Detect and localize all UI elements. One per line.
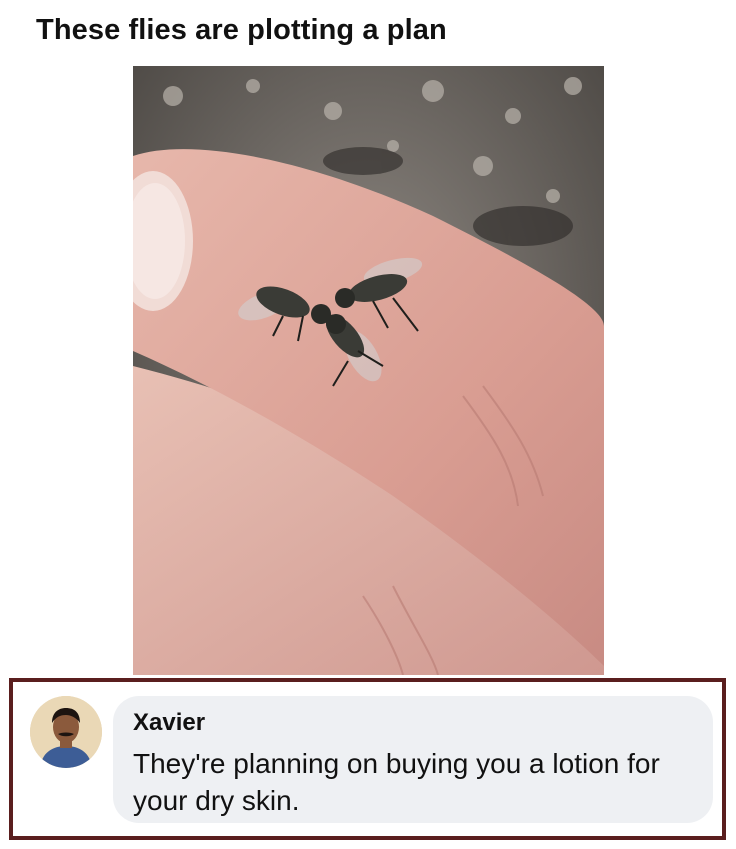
flies-on-finger-photo	[133, 66, 604, 675]
post-photo	[133, 66, 604, 675]
comment-text: They're planning on buying you a lotion …	[133, 748, 660, 816]
post-title: These flies are plotting a plan	[36, 14, 447, 46]
comment-bubble: Xavier They're planning on buying you a …	[113, 696, 713, 823]
user-avatar[interactable]	[30, 696, 102, 768]
comment-frame: Xavier They're planning on buying you a …	[9, 678, 726, 840]
comment-author[interactable]: Xavier	[133, 709, 205, 737]
